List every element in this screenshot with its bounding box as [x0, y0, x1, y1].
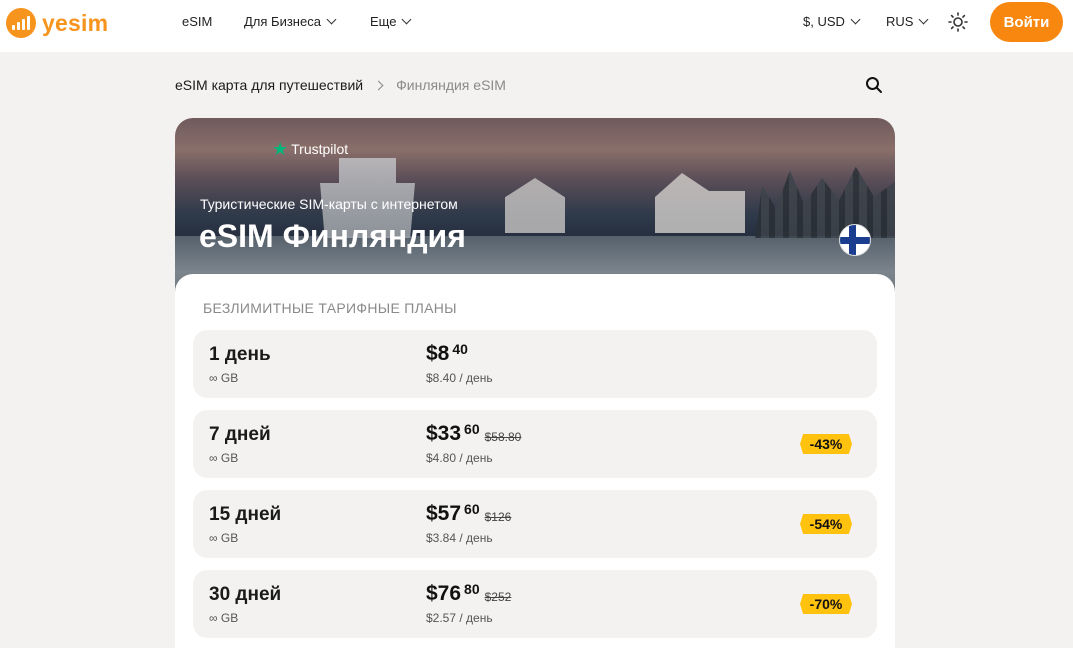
top-header: yesim eSIM Для Бизнеса Еще $, USD RUS Во… — [0, 0, 1073, 52]
discount-badge: -54% — [800, 514, 852, 534]
plan-price-per-day: $8.40 / день — [426, 371, 493, 385]
page-title: eSIM Финляндия — [199, 218, 466, 254]
plan-data-amount: ∞ GB — [209, 451, 239, 465]
nav-business-label: Для Бизнеса — [244, 14, 321, 29]
price-old: $126 — [484, 510, 512, 524]
trustpilot-label: Trustpilot — [291, 141, 349, 157]
currency-label: $, USD — [803, 14, 845, 29]
plan-price-per-day: $4.80 / день — [426, 451, 493, 465]
nav-business[interactable]: Для Бизнеса — [244, 14, 337, 29]
breadcrumb: eSIM карта для путешествий Финляндия eSI… — [175, 77, 506, 93]
hero-background-trees — [755, 166, 895, 238]
plan-duration: 1 день — [209, 344, 271, 365]
language-label: RUS — [886, 14, 914, 29]
language-selector[interactable]: RUS — [886, 14, 929, 29]
hero-banner: ★ Trustpilot Туристические SIM-карты с и… — [175, 118, 895, 293]
price-dollars: $33 — [426, 422, 462, 445]
plan-card[interactable]: 30 дней ∞ GB $76 80 $252 $2.57 / день -7… — [193, 570, 877, 638]
price-cents: 60 — [464, 421, 480, 437]
plan-card[interactable]: 15 дней ∞ GB $57 60 $126 $3.84 / день -5… — [193, 490, 877, 558]
breadcrumb-parent-link[interactable]: eSIM карта для путешествий — [175, 77, 363, 93]
price-dollars: $76 — [426, 582, 462, 605]
search-icon[interactable] — [865, 76, 883, 94]
discount-badge: -70% — [800, 594, 852, 614]
chevron-right-icon — [373, 80, 384, 90]
price-cents: 60 — [464, 501, 480, 517]
plan-price: $8 40 — [426, 341, 468, 367]
theme-toggle-sun-icon[interactable] — [948, 12, 968, 32]
plan-price: $76 80 $252 — [426, 581, 511, 607]
plan-price-per-day: $3.84 / день — [426, 531, 493, 545]
hero-background-house — [505, 178, 565, 233]
chevron-down-icon — [402, 14, 412, 25]
price-dollars: $57 — [426, 502, 462, 525]
price-cents: 80 — [464, 581, 480, 597]
plan-card[interactable]: 7 дней ∞ GB $33 60 $58.80 $4.80 / день -… — [193, 410, 877, 478]
plan-duration: 7 дней — [209, 424, 271, 445]
nav-more[interactable]: Еще — [370, 14, 412, 29]
nav-more-label: Еще — [370, 14, 397, 29]
plan-duration: 15 дней — [209, 504, 282, 525]
nav-esim[interactable]: eSIM — [182, 14, 212, 29]
plan-price-per-day: $2.57 / день — [426, 611, 493, 625]
login-button[interactable]: Войти — [990, 2, 1063, 42]
plan-price: $57 60 $126 — [426, 501, 511, 527]
yesim-logo[interactable]: yesim — [6, 8, 108, 38]
plan-data-amount: ∞ GB — [209, 371, 239, 385]
price-old: $252 — [484, 590, 512, 604]
price-dollars: $8 — [426, 342, 450, 365]
chevron-down-icon — [919, 14, 929, 25]
currency-selector[interactable]: $, USD — [803, 14, 861, 29]
logo-bars-icon — [6, 8, 36, 38]
finland-flag-icon — [839, 224, 871, 256]
price-cents: 40 — [452, 341, 468, 357]
plan-card[interactable]: 1 день ∞ GB $8 40 $8.40 / день — [193, 330, 877, 398]
chevron-down-icon — [326, 14, 337, 25]
price-old: $58.80 — [484, 430, 522, 444]
hero-subtitle: Туристические SIM-карты с интернетом — [200, 196, 458, 212]
chevron-down-icon — [850, 14, 861, 25]
plan-duration: 30 дней — [209, 584, 282, 605]
plan-data-amount: ∞ GB — [209, 531, 239, 545]
hero-background-house — [655, 173, 745, 233]
plan-data-amount: ∞ GB — [209, 611, 239, 625]
trustpilot-star-icon: ★ — [272, 139, 289, 159]
discount-badge: -43% — [800, 434, 852, 454]
trustpilot-badge[interactable]: ★ Trustpilot — [272, 140, 348, 158]
plans-section-title: БЕЗЛИМИТНЫЕ ТАРИФНЫЕ ПЛАНЫ — [203, 300, 457, 316]
logo-text: yesim — [42, 9, 109, 36]
plans-panel: БЕЗЛИМИТНЫЕ ТАРИФНЫЕ ПЛАНЫ 1 день ∞ GB $… — [175, 274, 895, 648]
nav-esim-label: eSIM — [182, 14, 213, 29]
plan-price: $33 60 $58.80 — [426, 421, 521, 447]
breadcrumb-current: Финляндия eSIM — [396, 77, 506, 93]
